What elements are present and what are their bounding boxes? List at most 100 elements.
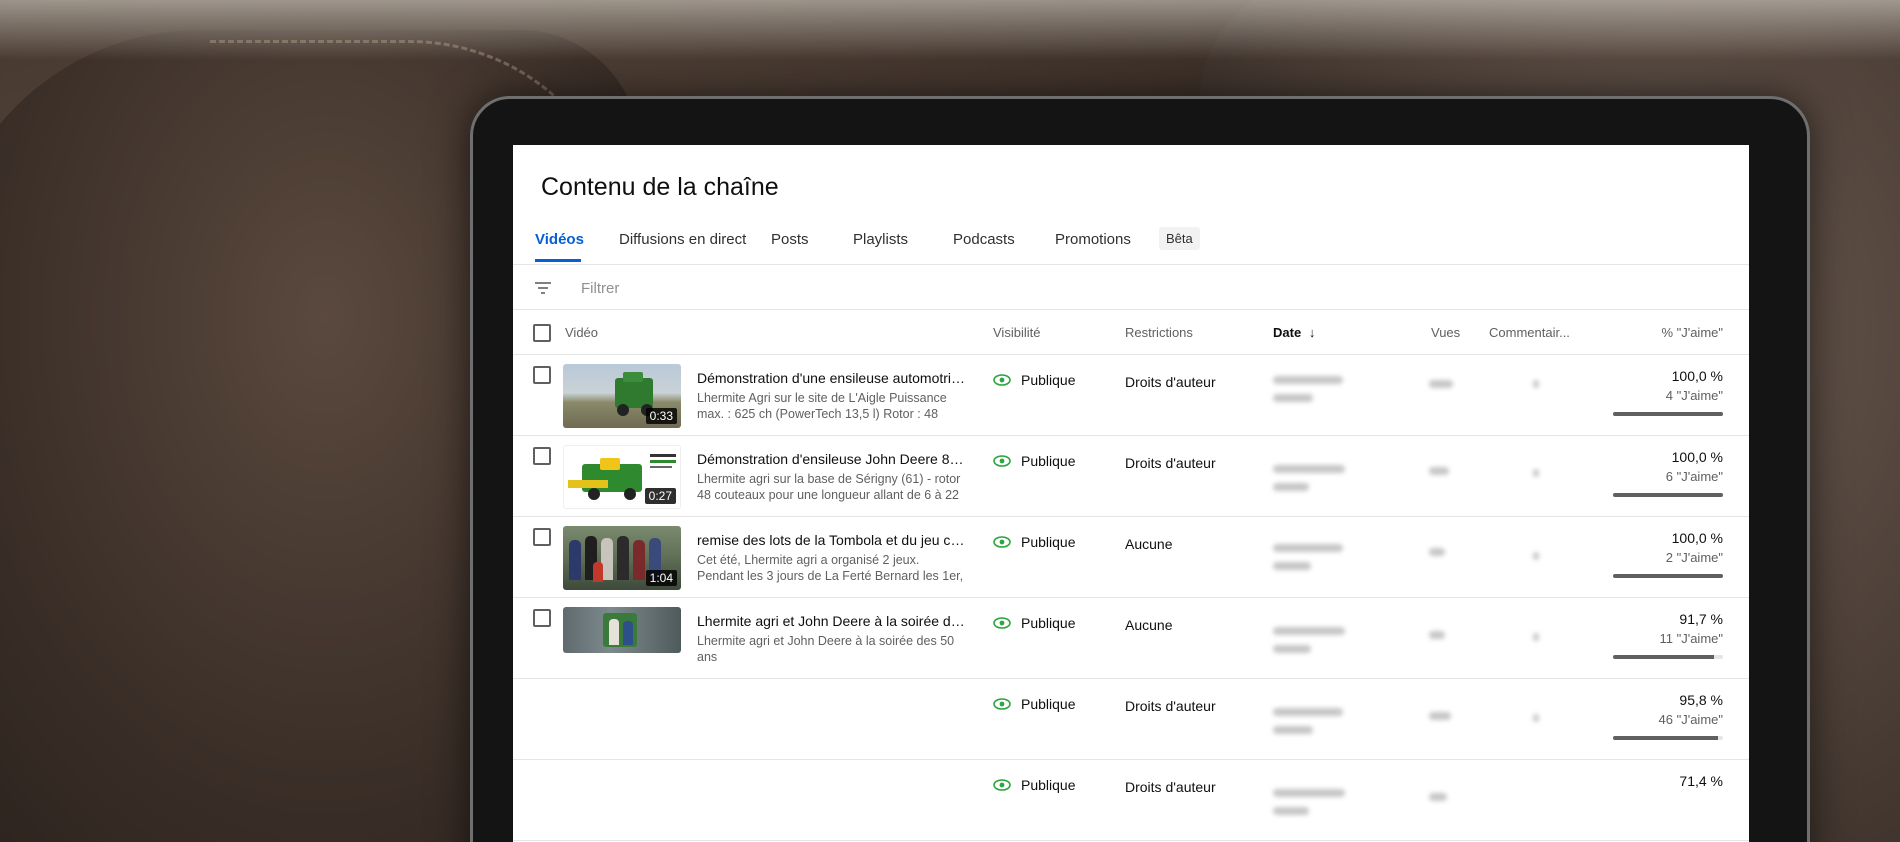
video-description: Cet été, Lhermite agri a organisé 2 jeux… (697, 553, 964, 586)
like-count: 11 "J'aime" (1659, 631, 1724, 646)
video-title[interactable]: remise des lots de la Tombola et du jeu … (697, 532, 967, 548)
date-blurred (1273, 627, 1345, 635)
like-ratio-bar (1613, 493, 1723, 497)
like-ratio-bar (1613, 655, 1723, 659)
like-ratio-fill (1613, 493, 1723, 497)
like-ratio-bar (1613, 574, 1723, 578)
column-visibility[interactable]: Visibilité (993, 325, 1040, 340)
views-blurred (1429, 793, 1447, 801)
table-row[interactable]: 1:04 remise des lots de la Tombola et du… (513, 518, 1749, 598)
column-date[interactable]: Date ↓ (1273, 325, 1315, 340)
like-count: 2 "J'aime" (1665, 550, 1723, 565)
column-views[interactable]: Vues (1431, 325, 1460, 340)
sort-down-icon: ↓ (1308, 325, 1316, 340)
filter-icon[interactable] (533, 278, 553, 298)
row-checkbox[interactable] (533, 366, 551, 384)
row-checkbox[interactable] (533, 528, 551, 546)
like-ratio-fill (1613, 574, 1723, 578)
date-sub-blurred (1273, 807, 1309, 815)
video-description: Lhermite agri et John Deere à la soirée … (697, 634, 955, 664)
duration-badge: 1:04 (645, 570, 677, 586)
tab-live[interactable]: Diffusions en direct (619, 231, 746, 248)
video-title[interactable]: Démonstration d'ensileuse John Deere 840… (697, 451, 967, 467)
visibility-label[interactable]: Publique (1021, 777, 1076, 793)
video-description: Lhermite agri sur la base de Sérigny (61… (697, 472, 961, 505)
table-row[interactable]: Publique Droits d'auteur 71,4 % (513, 761, 1749, 841)
video-title[interactable]: Démonstration d'une ensileuse automotric… (697, 370, 967, 386)
like-percent: 95,8 % (1679, 692, 1723, 708)
eye-icon (993, 698, 1011, 710)
tab-posts[interactable]: Posts (771, 231, 809, 248)
eye-icon (993, 779, 1011, 791)
video-description: Lhermite Agri sur le site de L'Aigle Pui… (697, 391, 947, 424)
like-percent: 100,0 % (1671, 368, 1723, 384)
visibility-label[interactable]: Publique (1021, 615, 1076, 631)
like-count: 46 "J'aime" (1658, 712, 1723, 727)
date-sub-blurred (1273, 562, 1311, 570)
tab-videos[interactable]: Vidéos (535, 231, 584, 248)
date-sub-blurred (1273, 394, 1313, 402)
like-ratio-fill (1613, 655, 1714, 659)
like-ratio-fill (1613, 412, 1723, 416)
views-blurred (1429, 380, 1453, 388)
like-ratio-fill (1613, 736, 1719, 740)
filter-bar (513, 266, 1749, 310)
restrictions-label[interactable]: Droits d'auteur (1125, 698, 1216, 714)
video-thumbnail[interactable] (563, 607, 681, 653)
date-sub-blurred (1273, 483, 1309, 491)
table-row[interactable]: 0:33 Démonstration d'une ensileuse autom… (513, 356, 1749, 436)
comments-blurred (1533, 714, 1539, 722)
video-thumbnail[interactable]: 0:27 (563, 445, 681, 509)
restrictions-label[interactable]: Aucune (1125, 536, 1172, 552)
visibility-label[interactable]: Publique (1021, 372, 1076, 388)
restrictions-label[interactable]: Droits d'auteur (1125, 455, 1216, 471)
restrictions-label[interactable]: Droits d'auteur (1125, 779, 1216, 795)
visibility-label[interactable]: Publique (1021, 453, 1076, 469)
visibility-label[interactable]: Publique (1021, 696, 1076, 712)
like-percent: 100,0 % (1671, 449, 1723, 465)
column-date-label: Date (1273, 325, 1302, 340)
content-tabs: Vidéos Diffusions en direct Posts Playli… (513, 223, 1749, 265)
tab-playlists[interactable]: Playlists (853, 231, 908, 248)
tab-promotions[interactable]: Promotions (1055, 231, 1131, 248)
active-tab-indicator (535, 259, 581, 262)
column-comments[interactable]: Commentair... (1489, 325, 1570, 340)
date-sub-blurred (1273, 726, 1313, 734)
filter-input[interactable] (581, 274, 981, 302)
table-header: Vidéo Visibilité Restrictions Date ↓ Vue… (513, 311, 1749, 355)
video-thumbnail[interactable]: 1:04 (563, 526, 681, 590)
select-all-checkbox[interactable] (533, 324, 551, 342)
tab-podcasts[interactable]: Podcasts (953, 231, 1015, 248)
video-title[interactable]: Lhermite agri et John Deere à la soirée … (697, 613, 967, 629)
comments-blurred (1533, 380, 1539, 388)
column-restrictions[interactable]: Restrictions (1125, 325, 1193, 340)
studio-screen: Contenu de la chaîne Vidéos Diffusions e… (513, 145, 1749, 842)
beta-badge: Bêta (1159, 227, 1200, 250)
date-blurred (1273, 789, 1345, 797)
page-title: Contenu de la chaîne (541, 173, 779, 201)
like-ratio-bar (1613, 412, 1723, 416)
column-likes[interactable]: % "J'aime" (1661, 325, 1723, 340)
eye-icon (993, 374, 1011, 386)
date-blurred (1273, 465, 1345, 473)
visibility-label[interactable]: Publique (1021, 534, 1076, 550)
row-checkbox[interactable] (533, 447, 551, 465)
column-video: Vidéo (565, 325, 599, 340)
like-percent: 91,7 % (1679, 611, 1723, 627)
restrictions-label[interactable]: Aucune (1125, 617, 1172, 633)
video-thumbnail[interactable]: 0:33 (563, 364, 681, 428)
restrictions-label[interactable]: Droits d'auteur (1125, 374, 1216, 390)
date-blurred (1273, 544, 1343, 552)
row-checkbox[interactable] (533, 609, 551, 627)
table-row[interactable]: Lhermite agri et John Deere à la soirée … (513, 599, 1749, 679)
table-row[interactable]: 0:27 Démonstration d'ensileuse John Deer… (513, 437, 1749, 517)
like-count: 4 "J'aime" (1665, 388, 1723, 403)
views-blurred (1429, 467, 1449, 475)
like-percent: 71,4 % (1679, 773, 1723, 789)
comments-blurred (1533, 469, 1539, 477)
views-blurred (1429, 631, 1445, 639)
views-blurred (1429, 712, 1451, 720)
table-row[interactable]: Publique Droits d'auteur 95,8 % 46 "J'ai… (513, 680, 1749, 760)
date-blurred (1273, 708, 1343, 716)
eye-icon (993, 617, 1011, 629)
